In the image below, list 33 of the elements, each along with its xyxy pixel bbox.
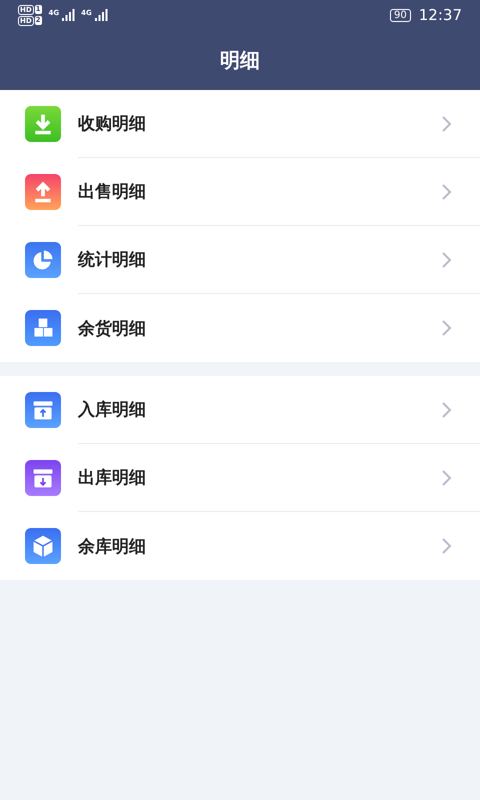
chevron-icon [441, 319, 452, 337]
list-item[interactable]: 余库明细 [0, 512, 480, 580]
chevron-icon [441, 468, 452, 486]
list-item[interactable]: 收购明细 [0, 90, 480, 158]
item-label: 出库明细 [78, 467, 146, 489]
list-item[interactable]: 余货明细 [0, 294, 480, 362]
list-item[interactable]: 统计明细 [0, 226, 480, 294]
item-label: 余库明细 [78, 536, 146, 558]
chevron-icon [441, 182, 452, 200]
battery-indicator: 90 [390, 8, 411, 22]
item-label: 余货明细 [78, 318, 146, 340]
download-icon [25, 106, 61, 142]
item-label: 收购明细 [78, 113, 146, 135]
inbox-icon [25, 460, 61, 496]
item-label: 出售明细 [78, 181, 146, 203]
chevron-icon [441, 537, 452, 555]
inbox-icon [25, 392, 61, 428]
chevron-icon [441, 250, 452, 268]
list-item[interactable]: 入库明细 [0, 376, 480, 444]
status-time: 12:37 [418, 6, 462, 24]
signal-icon [94, 9, 109, 21]
upload-icon [25, 174, 61, 210]
blocks-icon [25, 310, 61, 346]
chevron-icon [441, 114, 452, 132]
signal-icon [62, 9, 76, 21]
list-item[interactable]: 出库明细 [0, 444, 480, 512]
item-label: 入库明细 [78, 399, 146, 421]
chevron-icon [441, 400, 452, 418]
item-label: 统计明细 [78, 249, 146, 271]
list-item[interactable]: 出售明细 [0, 158, 480, 226]
cube-icon [25, 528, 61, 564]
pie-chart-icon [25, 242, 61, 278]
page-title: 明细 [219, 46, 261, 74]
